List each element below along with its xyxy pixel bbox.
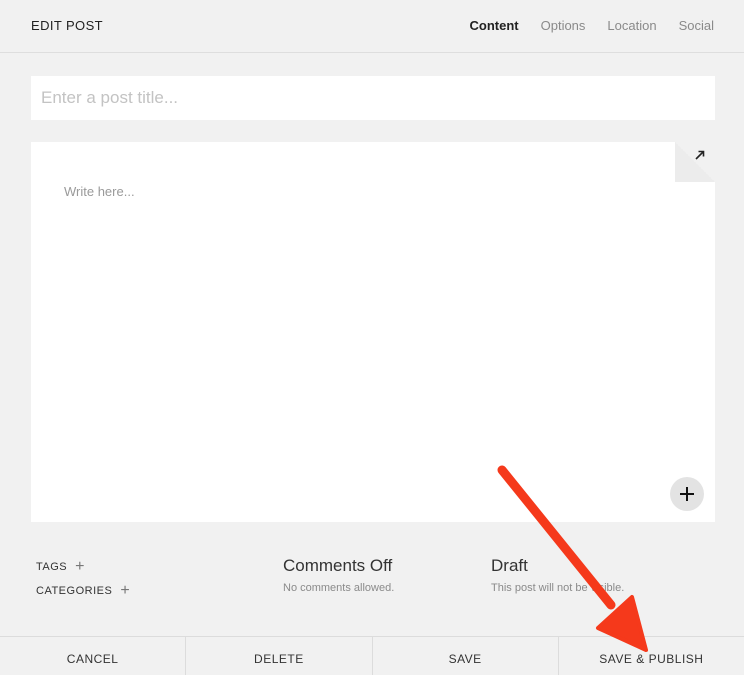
action-bar: CANCEL DELETE SAVE SAVE & PUBLISH <box>0 636 744 675</box>
comments-setting[interactable]: Comments Off No comments allowed. <box>283 556 394 594</box>
add-block-button[interactable] <box>670 477 704 511</box>
tags-link[interactable]: TAGS + <box>36 559 85 575</box>
tab-content[interactable]: Content <box>470 18 519 33</box>
publish-status[interactable]: Draft This post will not be visible. <box>491 556 624 594</box>
delete-button[interactable]: DELETE <box>186 637 373 675</box>
comments-title: Comments Off <box>283 556 393 575</box>
categories-label: CATEGORIES <box>36 585 113 597</box>
status-description: This post will not be visible. <box>491 582 625 594</box>
add-tag-icon[interactable]: + <box>75 559 85 575</box>
post-title-input[interactable] <box>31 76 715 120</box>
save-button[interactable]: SAVE <box>373 637 559 675</box>
expand-arrow-icon[interactable] <box>693 148 707 162</box>
save-publish-button[interactable]: SAVE & PUBLISH <box>559 637 744 675</box>
tab-location[interactable]: Location <box>607 18 656 33</box>
post-body-editor[interactable]: Write here... <box>31 142 715 522</box>
tab-social[interactable]: Social <box>679 18 714 33</box>
editor-header: EDIT POST Content Options Location Socia… <box>0 0 744 53</box>
tab-options[interactable]: Options <box>541 18 586 33</box>
body-placeholder: Write here... <box>64 184 135 199</box>
categories-link[interactable]: CATEGORIES + <box>36 583 130 599</box>
status-title: Draft <box>491 556 528 575</box>
plus-icon <box>680 487 694 501</box>
comments-description: No comments allowed. <box>283 582 395 594</box>
tab-bar: Content Options Location Social <box>470 18 715 33</box>
add-category-icon[interactable]: + <box>120 583 130 599</box>
cancel-button[interactable]: CANCEL <box>0 637 187 675</box>
page-title: EDIT POST <box>31 18 103 33</box>
tags-label: TAGS <box>36 561 68 573</box>
